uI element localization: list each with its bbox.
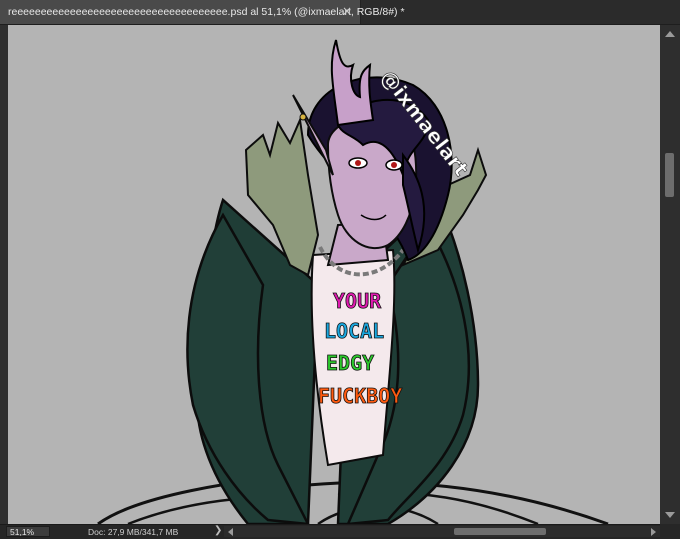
scrollbar-corner — [660, 524, 680, 538]
horizontal-scrollbar[interactable] — [224, 526, 660, 537]
status-menu-chevron-icon[interactable]: ❯ — [214, 525, 222, 536]
shirt-text-line-1: YOUR — [333, 289, 382, 313]
document-canvas[interactable]: YOUR LOCAL EDGY FUCKBOY @ixmaelart — [8, 25, 660, 524]
vertical-scrollbar[interactable] — [660, 25, 680, 524]
scroll-down-icon[interactable] — [665, 512, 675, 518]
scroll-left-icon[interactable] — [228, 528, 233, 536]
close-icon[interactable]: × — [342, 4, 352, 18]
document-size-info: Doc: 27,9 MB/341,7 MB — [88, 527, 179, 537]
zoom-level-field[interactable]: 51,1% — [6, 526, 50, 537]
shirt-text-line-2: LOCAL — [324, 319, 384, 343]
vertical-scroll-thumb[interactable] — [665, 153, 674, 197]
document-tab[interactable]: reeeeeeeeeeeeeeeeeeeeeeeeeeeeeeeeeeeee.p… — [0, 0, 405, 24]
status-bar: 51,1% Doc: 27,9 MB/341,7 MB ❯ — [0, 524, 680, 539]
artwork-illustration: YOUR LOCAL EDGY FUCKBOY @ixmaelart — [97, 39, 609, 524]
document-tab-bar: reeeeeeeeeeeeeeeeeeeeeeeeeeeeeeeeeeeee.p… — [0, 0, 680, 25]
horizontal-scroll-thumb[interactable] — [454, 528, 546, 535]
scroll-up-icon[interactable] — [665, 31, 675, 37]
shirt-text-line-3: EDGY — [326, 351, 374, 375]
scroll-right-icon[interactable] — [651, 528, 656, 536]
left-panel-edge — [0, 25, 8, 524]
shirt-text-line-4: FUCKBOY — [318, 384, 402, 408]
